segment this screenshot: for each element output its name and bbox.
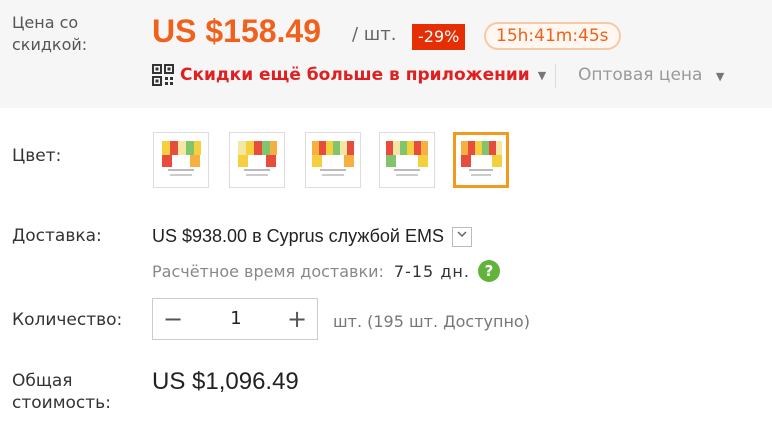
countdown-timer: 15h:41m:45s xyxy=(484,22,621,50)
color-swatch[interactable] xyxy=(153,132,209,188)
color-label: Цвет: xyxy=(12,146,62,166)
price-section: Цена со скидкой: US $158.49 / шт. -29% 1… xyxy=(0,0,772,108)
product-thumbnail xyxy=(162,141,201,176)
decrement-button[interactable]: − xyxy=(153,299,193,339)
chevron-down-icon[interactable] xyxy=(451,226,472,247)
shipping-label: Доставка: xyxy=(12,226,102,246)
wholesale-label: Оптовая цена xyxy=(578,65,703,85)
shipping-method[interactable]: US $938.00 в Cyprus службой EMS xyxy=(152,226,472,247)
price-label: Цена со скидкой: xyxy=(12,13,88,54)
sale-price: US $158.49 xyxy=(152,13,322,49)
product-thumbnail xyxy=(461,141,502,176)
color-swatch-selected[interactable] xyxy=(453,132,509,188)
color-swatch[interactable] xyxy=(379,132,435,188)
help-icon[interactable]: ? xyxy=(477,260,500,282)
chevron-down-icon: ▼ xyxy=(537,68,547,82)
total-label: Общая стоимость: xyxy=(12,371,111,413)
quantity-stepper: − 1 + xyxy=(152,298,318,340)
eta-label: Расчётное время доставки: xyxy=(152,261,384,281)
product-thumbnail xyxy=(238,141,277,176)
shipping-text: US $938.00 в Cyprus службой EMS xyxy=(152,226,444,246)
delivery-estimate: Расчётное время доставки: 7-15 дн. ? xyxy=(152,260,500,282)
chevron-down-icon: ▼ xyxy=(715,70,725,83)
product-thumbnail xyxy=(312,141,354,176)
wholesale-price-link[interactable]: Оптовая цена ▼ xyxy=(578,65,724,85)
color-swatch[interactable] xyxy=(305,132,361,188)
product-thumbnail xyxy=(386,141,428,176)
price-unit: / шт. xyxy=(352,24,397,45)
quantity-input[interactable]: 1 xyxy=(193,299,279,339)
eta-value: 7-15 дн. xyxy=(393,261,470,281)
qr-code-icon xyxy=(152,64,174,86)
total-price: US $1,096.49 xyxy=(152,368,299,395)
discount-badge: -29% xyxy=(412,24,466,50)
stock-available: шт. (195 шт. Доступно) xyxy=(333,312,530,331)
app-promo-link[interactable]: Скидки ещё больше в приложении ▼ xyxy=(152,64,546,86)
increment-button[interactable]: + xyxy=(277,299,317,339)
quantity-label: Количество: xyxy=(12,310,123,330)
app-promo-text: Скидки ещё больше в приложении xyxy=(180,65,530,85)
color-swatch[interactable] xyxy=(229,132,285,188)
divider xyxy=(555,64,556,88)
